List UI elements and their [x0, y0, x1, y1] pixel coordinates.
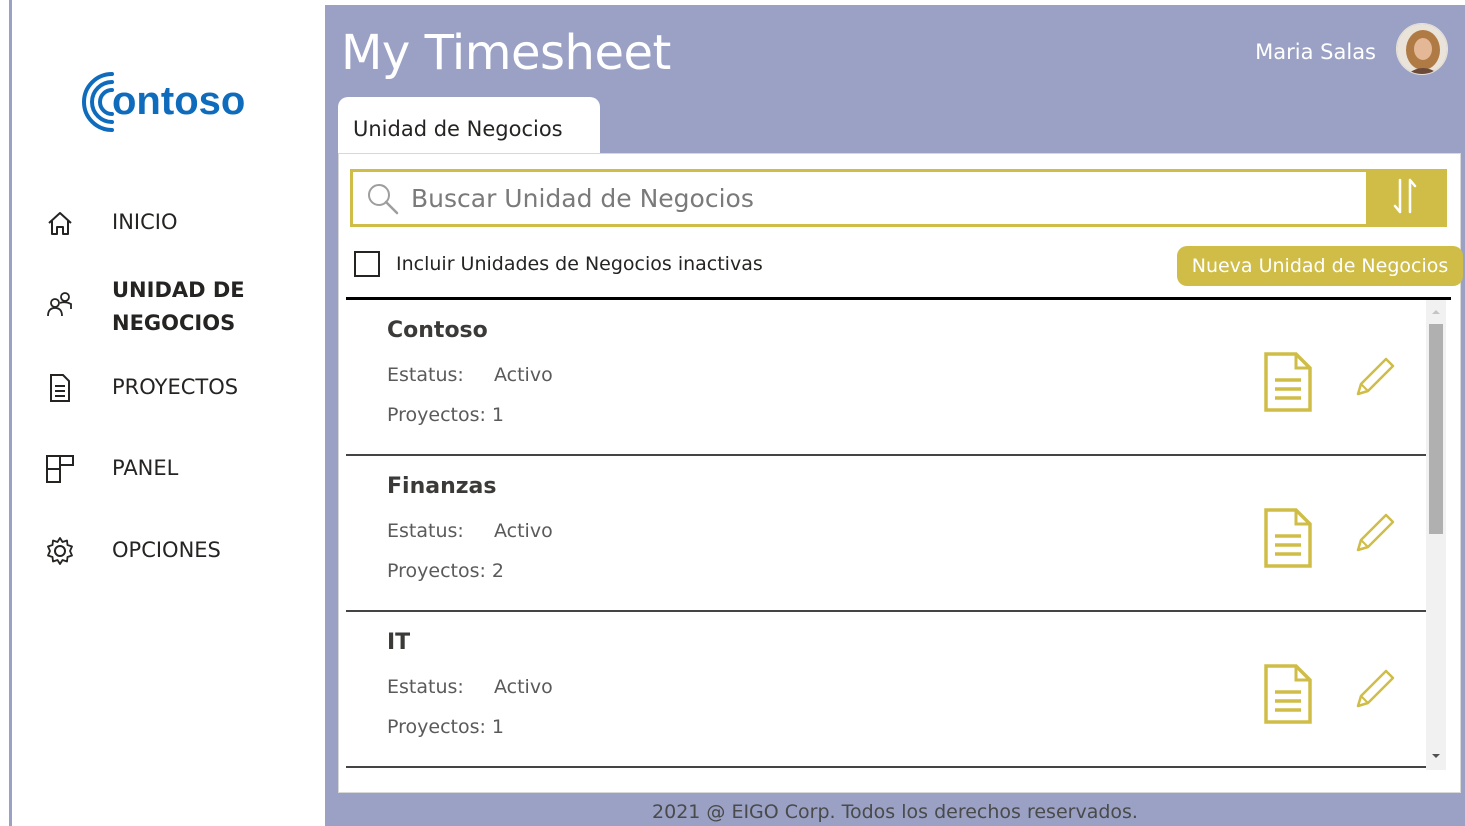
footer-copyright: 2021 @ EIGO Corp. Todos los derechos res… — [652, 801, 1138, 823]
details-document-icon[interactable] — [1262, 664, 1314, 724]
sidebar-item-unidad-de-negocios[interactable]: UNIDAD DE NEGOCIOS — [42, 278, 245, 335]
avatar[interactable] — [1396, 23, 1448, 75]
details-document-icon[interactable] — [1262, 352, 1314, 412]
svg-text:ontoso: ontoso — [112, 79, 245, 123]
new-business-unit-button[interactable]: Nueva Unidad de Negocios — [1177, 246, 1463, 286]
sidebar-item-panel[interactable]: PANEL — [42, 451, 178, 487]
user-name: Maria Salas — [1255, 40, 1376, 64]
status-label: Estatus: — [387, 364, 464, 386]
edit-pencil-icon[interactable] — [1352, 356, 1396, 400]
gear-icon — [42, 533, 78, 569]
business-unit-list: Contoso Estatus: Activo Proyectos: 1 Fin… — [346, 300, 1426, 770]
people-icon — [42, 286, 78, 322]
status-label: Estatus: — [387, 676, 464, 698]
sidebar-item-label: PANEL — [112, 456, 179, 480]
include-inactive-label: Incluir Unidades de Negocios inactivas — [396, 253, 763, 275]
sidebar: ontoso INICIO UNIDAD DE NEGOCIOS PROYECT… — [12, 0, 325, 826]
main-area: My Timesheet Maria Salas Unidad de Negoc… — [325, 5, 1465, 826]
sidebar-item-inicio[interactable]: INICIO — [42, 205, 177, 241]
tab-unidad-de-negocios[interactable]: Unidad de Negocios — [338, 97, 600, 155]
projects-count: Proyectos: 2 — [387, 560, 505, 582]
business-unit-name: IT — [387, 630, 411, 655]
contoso-logo: ontoso — [72, 62, 272, 142]
list-item[interactable]: IT Estatus: Activo Proyectos: 1 — [346, 612, 1426, 768]
tab-label: Unidad de Negocios — [353, 117, 563, 141]
sidebar-item-opciones[interactable]: OPCIONES — [42, 533, 221, 569]
sidebar-item-label: INICIO — [112, 210, 178, 234]
status-value: Activo — [494, 520, 553, 542]
document-icon — [42, 370, 78, 406]
scroll-up-arrow-icon[interactable] — [1426, 304, 1446, 318]
list-item[interactable]: Contoso Estatus: Activo Proyectos: 1 — [346, 300, 1426, 456]
list-scrollbar[interactable] — [1426, 300, 1446, 770]
dashboard-icon — [42, 451, 78, 487]
search-icon — [365, 181, 401, 217]
include-inactive-checkbox[interactable] — [354, 251, 380, 277]
status-value: Activo — [494, 364, 553, 386]
list-item[interactable]: Finanzas Estatus: Activo Proyectos: 2 — [346, 456, 1426, 612]
sort-button[interactable] — [1366, 172, 1444, 224]
sidebar-item-label: OPCIONES — [112, 538, 221, 562]
scroll-down-arrow-icon[interactable] — [1426, 748, 1446, 762]
content-panel: Incluir Unidades de Negocios inactivas N… — [338, 153, 1463, 793]
status-label: Estatus: — [387, 520, 464, 542]
search-bar — [350, 169, 1447, 227]
home-icon — [42, 205, 78, 241]
sidebar-item-label: PROYECTOS — [112, 375, 239, 399]
details-document-icon[interactable] — [1262, 508, 1314, 568]
scroll-thumb[interactable] — [1429, 324, 1443, 534]
app-title: My Timesheet — [341, 25, 671, 81]
sidebar-item-proyectos[interactable]: PROYECTOS — [42, 370, 238, 406]
business-unit-name: Finanzas — [387, 474, 497, 499]
inactive-filter: Incluir Unidades de Negocios inactivas — [354, 251, 763, 277]
search-input[interactable] — [411, 172, 1361, 224]
business-unit-name: Contoso — [387, 318, 488, 343]
sort-icon — [1391, 176, 1419, 220]
status-value: Activo — [494, 676, 553, 698]
projects-count: Proyectos: 1 — [387, 716, 505, 738]
edit-pencil-icon[interactable] — [1352, 668, 1396, 712]
edit-pencil-icon[interactable] — [1352, 512, 1396, 556]
sidebar-item-label: UNIDAD DE NEGOCIOS — [112, 278, 245, 335]
projects-count: Proyectos: 1 — [387, 404, 505, 426]
